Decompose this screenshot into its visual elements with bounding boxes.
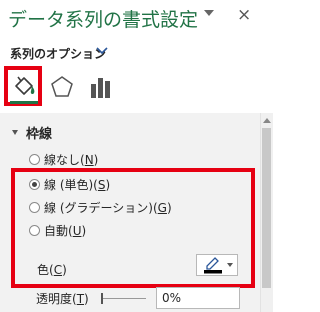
collapse-triangle-icon[interactable]	[12, 130, 18, 135]
paint-bucket-icon	[15, 76, 35, 95]
transparency-slider-track[interactable]	[102, 298, 146, 299]
pane-menu-dropdown-icon[interactable]	[204, 10, 214, 16]
selected-tab-indicator	[10, 101, 38, 104]
highlight-box	[11, 168, 255, 288]
bar-chart-icon[interactable]	[89, 76, 113, 98]
pentagon-icon[interactable]	[50, 75, 74, 99]
radio-label-no-line[interactable]: 線なし(N)	[44, 151, 98, 168]
section-title-border[interactable]: 枠線	[26, 123, 52, 142]
chevron-down-icon[interactable]	[96, 46, 108, 56]
transparency-label: 透明度(T)	[36, 292, 89, 306]
close-button[interactable]: ×	[237, 5, 251, 25]
pane-title: データ系列の書式設定	[8, 9, 199, 31]
radio-no-line[interactable]	[29, 154, 40, 165]
scroll-up-icon[interactable]	[263, 118, 271, 123]
tab-fill-line[interactable]	[4, 66, 42, 106]
transparency-slider-thumb[interactable]	[101, 293, 103, 304]
scroll-thumb[interactable]	[262, 128, 271, 288]
series-options-dropdown[interactable]: 系列のオプション	[10, 45, 106, 62]
transparency-input[interactable]: 0%	[156, 287, 240, 309]
